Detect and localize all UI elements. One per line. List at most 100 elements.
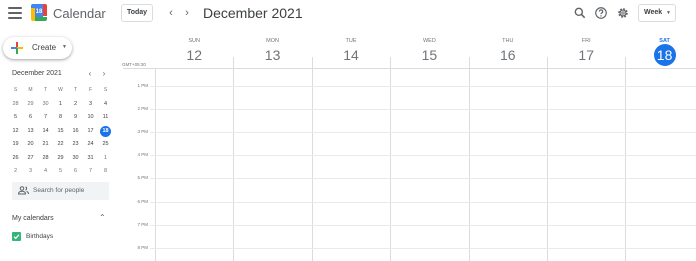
mini-calendar-day[interactable]: 15 [53,125,68,139]
mini-calendar-day[interactable]: 11 [98,111,113,125]
mini-calendar-day[interactable]: 25 [98,138,113,152]
day-date[interactable]: 16 [469,47,547,63]
check-icon [13,234,20,240]
day-date[interactable]: 12 [155,47,233,63]
timezone-label: GMT+05:30 [122,62,146,67]
day-date[interactable]: 17 [547,47,625,63]
mini-calendar-day[interactable]: 29 [23,98,38,112]
mini-calendar-today-marker: 18 [100,125,111,137]
chevron-up-icon[interactable]: ⌃ [99,213,106,222]
mini-calendar-day[interactable]: 6 [23,111,38,125]
week-grid[interactable] [155,69,696,261]
day-name: SUN [188,38,200,44]
mini-calendar-day[interactable]: 1 [98,152,113,166]
my-calendars-heading[interactable]: My calendars [12,215,54,222]
mini-calendar-day[interactable]: 21 [38,138,53,152]
people-icon [18,186,29,195]
view-selector[interactable]: Week ▼ [638,4,676,22]
hour-label: 1 PM [137,83,148,88]
mini-calendar-day[interactable]: 28 [8,98,23,112]
menu-icon[interactable] [8,7,22,19]
mini-calendar-day[interactable]: 6 [68,165,83,179]
next-week-button[interactable]: › [181,6,193,20]
mini-calendar-day[interactable]: 17 [83,125,98,139]
day-name: MON [266,38,279,44]
app-title[interactable]: Calendar [53,6,106,21]
mini-calendar-day[interactable]: 7 [38,111,53,125]
mini-calendar-day[interactable]: 10 [83,111,98,125]
mini-calendar-day[interactable]: 20 [23,138,38,152]
mini-calendar-day[interactable]: 5 [8,111,23,125]
mini-calendar-weekday: M [28,87,33,93]
hour-label: 2 PM [137,106,148,111]
mini-calendar-day[interactable]: 3 [83,98,98,112]
search-people-input[interactable]: Search for people [12,182,109,200]
calendar-label-birthdays: Birthdays [26,233,54,240]
mini-calendar-day[interactable]: 13 [23,125,38,139]
help-icon[interactable] [594,6,608,20]
chevron-down-icon: ▼ [666,10,671,16]
mini-calendar-weekday: F [88,87,93,93]
day-header-tue: TUE 14 [312,37,390,63]
mini-calendar-day[interactable]: 7 [83,165,98,179]
day-name: THU [502,38,514,44]
day-header-wed: WED 15 [390,37,468,63]
plus-icon [11,42,23,54]
search-icon[interactable] [573,6,587,20]
today-button[interactable]: Today [121,4,153,22]
previous-week-button[interactable]: ‹ [165,6,177,20]
settings-icon[interactable] [616,6,630,20]
mini-calendar-day[interactable]: 26 [8,152,23,166]
mini-calendar-previous-button[interactable]: ‹ [86,69,94,78]
calendar-logo-icon[interactable]: 18 [31,4,47,21]
mini-calendar-day[interactable]: 27 [23,152,38,166]
mini-calendar-day[interactable]: 19 [8,138,23,152]
view-selector-label: Week [644,9,663,16]
mini-calendar-day[interactable]: 8 [53,111,68,125]
current-period-title: December 2021 [203,5,303,21]
birthdays-checkbox[interactable] [12,232,21,241]
day-header-fri: FRI 17 [547,37,625,63]
mini-calendar-day[interactable]: 30 [38,98,53,112]
mini-calendar-day[interactable]: 9 [68,111,83,125]
mini-calendar-day[interactable]: 28 [38,152,53,166]
day-name: FRI [581,38,591,44]
mini-calendar-day[interactable]: 16 [68,125,83,139]
mini-calendar-day[interactable]: 4 [98,98,113,112]
create-button-label: Create [32,43,57,52]
mini-calendar-day-today[interactable]: 18 [98,125,113,139]
mini-calendar-weekday: T [73,87,78,93]
mini-calendar: S M T W T F S 28 29 30 1 2 3 4 5 6 7 8 9 10 11 12 13 14 15 16 17 18… [8,84,113,179]
mini-calendar-day[interactable]: 30 [68,152,83,166]
mini-calendar-day[interactable]: 2 [8,165,23,179]
day-date-today[interactable]: 18 [653,44,676,66]
mini-calendar-weekday: S [103,87,108,93]
mini-calendar-title: December 2021 [12,70,62,77]
mini-calendar-day[interactable]: 29 [53,152,68,166]
create-button[interactable]: Create ▼ [3,37,72,59]
mini-calendar-day[interactable]: 8 [98,165,113,179]
mini-calendar-day[interactable]: 31 [83,152,98,166]
mini-calendar-day[interactable]: 22 [53,138,68,152]
mini-calendar-next-button[interactable]: › [100,69,108,78]
mini-calendar-day[interactable]: 2 [68,98,83,112]
mini-calendar-day[interactable]: 24 [83,138,98,152]
hour-label: 7 PM [137,222,148,227]
mini-calendar-day[interactable]: 12 [8,125,23,139]
hour-label: 6 PM [137,199,148,204]
mini-calendar-day[interactable]: 4 [38,165,53,179]
day-date[interactable]: 13 [233,47,311,63]
search-people-placeholder: Search for people [33,187,85,194]
mini-calendar-day[interactable]: 3 [23,165,38,179]
mini-calendar-day[interactable]: 23 [68,138,83,152]
day-date[interactable]: 15 [390,47,468,63]
day-header-sun: SUN 12 [155,37,233,63]
mini-calendar-day[interactable]: 14 [38,125,53,139]
hour-label: 8 PM [137,245,148,250]
day-date[interactable]: 14 [312,47,390,63]
mini-calendar-weekday: S [13,87,18,93]
day-name: SAT [659,38,670,44]
mini-calendar-day[interactable]: 1 [53,98,68,112]
mini-calendar-day[interactable]: 5 [53,165,68,179]
day-header-sat: SAT 18 [625,37,696,66]
